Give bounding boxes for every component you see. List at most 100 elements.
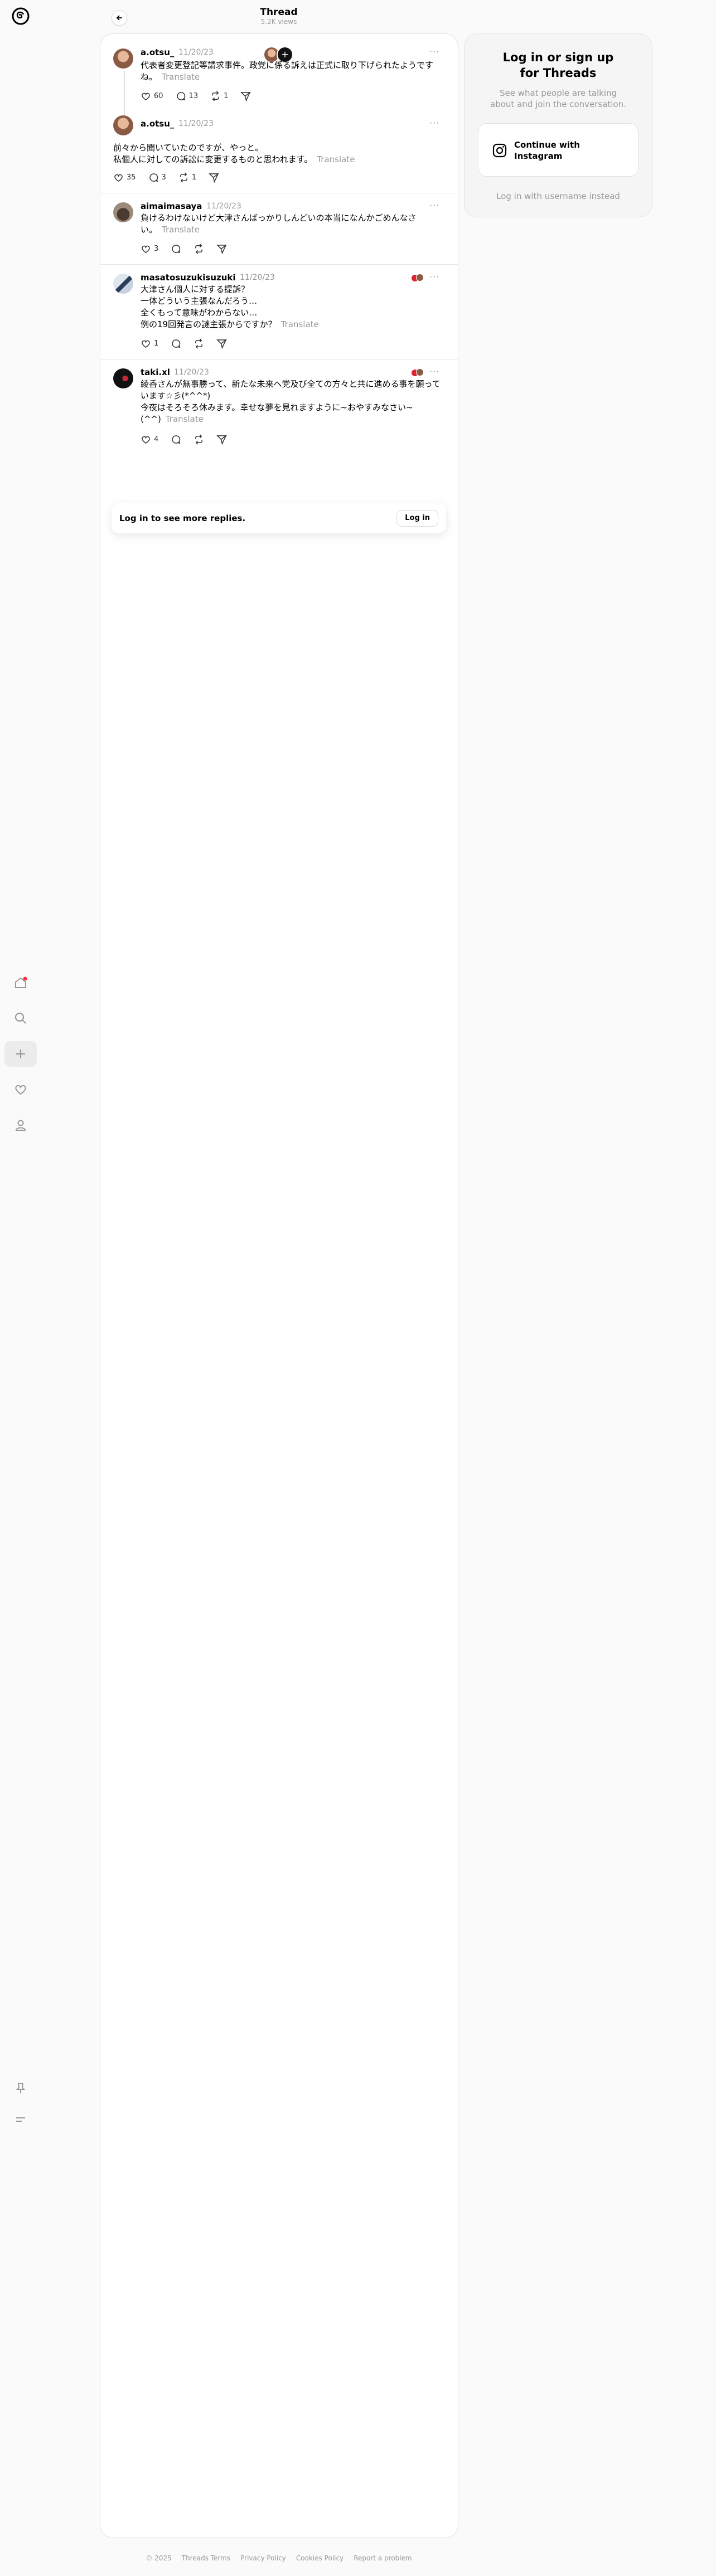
repost-icon	[212, 91, 220, 101]
send-icon	[209, 173, 220, 183]
footer-report-link[interactable]: Report a problem	[354, 2554, 412, 2562]
search-icon	[14, 1012, 26, 1024]
heart-icon	[142, 93, 150, 101]
view-count: 5.2K views	[260, 18, 297, 26]
comment-icon	[172, 245, 181, 254]
translate-link[interactable]: Translate	[317, 154, 355, 164]
avatar[interactable]	[113, 368, 133, 388]
nav-pin[interactable]	[4, 2076, 37, 2101]
profile-icon	[15, 1120, 26, 1131]
nav-activity[interactable]	[4, 1077, 37, 1102]
repost-button[interactable]: 1	[210, 91, 228, 101]
avatar[interactable]	[113, 115, 133, 135]
divider	[100, 264, 458, 265]
like-button[interactable]: 3	[141, 244, 158, 254]
post-time[interactable]: 11/20/23	[178, 48, 214, 57]
post-time[interactable]: 11/20/23	[178, 119, 214, 128]
nav-search[interactable]	[4, 1005, 37, 1031]
translate-link[interactable]: Translate	[281, 319, 319, 329]
post-text: 代表者変更登記等請求事件。政党に係る訴えは正式に取り下げられたようです ね。 Tr…	[141, 60, 434, 82]
heart-icon	[142, 245, 150, 254]
nav-home[interactable]	[4, 970, 37, 995]
post-actions: 4	[141, 434, 228, 445]
heart-icon	[142, 436, 150, 444]
heart-icon	[15, 1085, 26, 1095]
post-username[interactable]: taki.xl	[141, 367, 170, 377]
post-username[interactable]: a.otsu_	[141, 47, 174, 57]
like-button[interactable]: 60	[141, 91, 163, 101]
more-icon[interactable]: ···	[429, 46, 439, 57]
heart-icon	[114, 174, 123, 182]
like-button[interactable]: 1	[141, 338, 158, 349]
post-text: 前々から聞いていたのですが、やっと。 私個人に対しての訴訟に変更するものと思われ…	[113, 143, 355, 164]
footer-privacy-link[interactable]: Privacy Policy	[240, 2554, 286, 2562]
more-icon[interactable]: ···	[429, 118, 439, 128]
post-username[interactable]: masatosuzukisuzuki	[141, 273, 236, 283]
repost-button[interactable]	[193, 434, 204, 445]
instagram-icon	[492, 143, 507, 158]
login-panel-title: Log in or sign up for Threads	[502, 51, 614, 80]
thread-line	[124, 71, 125, 121]
comment-icon	[172, 435, 181, 444]
continue-with-instagram-button[interactable]: Continue with Instagram	[478, 123, 638, 177]
share-button[interactable]	[216, 434, 228, 445]
send-icon	[240, 92, 251, 101]
reply-avatars[interactable]	[412, 368, 424, 376]
post-text: 綾香さんが無事勝って、新たな未来へ党及び全ての方々と共に進める事を願って います…	[141, 379, 441, 424]
home-icon	[15, 976, 27, 988]
more-icon[interactable]: ···	[429, 271, 439, 282]
post-username[interactable]: a.otsu_	[141, 119, 174, 129]
post-text: 大津さん個人に対する提訴？ 一体どういう主張なんだろう… 全くもって意味がわから…	[141, 284, 319, 329]
footer-copyright: © 2025	[146, 2554, 172, 2562]
more-icon[interactable]: ···	[429, 200, 439, 211]
post-time[interactable]: 11/20/23	[206, 202, 241, 211]
avatar[interactable]	[113, 202, 133, 222]
share-button[interactable]	[216, 244, 228, 254]
page-title: Thread	[260, 7, 298, 18]
menu-icon	[16, 2117, 25, 2122]
like-button[interactable]: 35	[113, 172, 136, 183]
nav-menu[interactable]	[4, 2107, 37, 2132]
reply-button[interactable]: 3	[148, 172, 166, 183]
comment-icon	[149, 173, 158, 182]
footer-terms-link[interactable]: Threads Terms	[182, 2554, 230, 2562]
share-button[interactable]	[216, 338, 228, 349]
post-actions: 1	[141, 338, 228, 349]
post-time[interactable]: 11/20/23	[174, 368, 209, 377]
share-button[interactable]	[209, 172, 220, 183]
reply-button[interactable]	[171, 244, 181, 254]
avatar[interactable]	[113, 48, 133, 69]
repost-icon	[195, 434, 203, 445]
username-login-link[interactable]: Log in with username instead	[465, 191, 652, 201]
thread-column: a.otsu_ 11/20/23 + ··· 代表者変更登記等請求事件。政党に係…	[100, 33, 458, 2538]
post-username[interactable]: aimaimasaya	[141, 201, 202, 211]
translate-link[interactable]: Translate	[162, 72, 200, 82]
footer-cookies-link[interactable]: Cookies Policy	[296, 2554, 344, 2562]
nav-create[interactable]	[4, 1041, 37, 1067]
more-icon[interactable]: ···	[429, 366, 439, 377]
nav-profile[interactable]	[4, 1112, 37, 1138]
reply-button[interactable]	[171, 434, 181, 445]
repost-icon	[195, 338, 203, 349]
post-time[interactable]: 11/20/23	[240, 273, 275, 282]
like-button[interactable]: 4	[141, 434, 158, 445]
reply-button[interactable]	[171, 338, 181, 349]
post-actions: 60 13 1	[141, 91, 251, 101]
comment-icon	[172, 339, 181, 348]
repost-button[interactable]: 1	[178, 172, 196, 183]
avatar[interactable]	[113, 274, 133, 294]
login-prompt: Log in to see more replies. Log in	[112, 503, 446, 533]
repost-button[interactable]	[193, 338, 204, 349]
translate-link[interactable]: Translate	[166, 414, 204, 424]
login-panel-description: See what people are talking about and jo…	[490, 88, 626, 109]
post-actions: 35 3 1	[113, 172, 220, 183]
login-prompt-text: Log in to see more replies.	[119, 513, 246, 523]
send-icon	[216, 435, 228, 445]
share-button[interactable]	[240, 91, 251, 101]
repost-icon	[195, 244, 203, 254]
translate-link[interactable]: Translate	[162, 225, 200, 235]
repost-button[interactable]	[193, 244, 204, 254]
reply-button[interactable]: 13	[176, 91, 198, 101]
reply-avatars[interactable]	[412, 274, 424, 281]
login-button[interactable]: Log in	[396, 510, 438, 527]
